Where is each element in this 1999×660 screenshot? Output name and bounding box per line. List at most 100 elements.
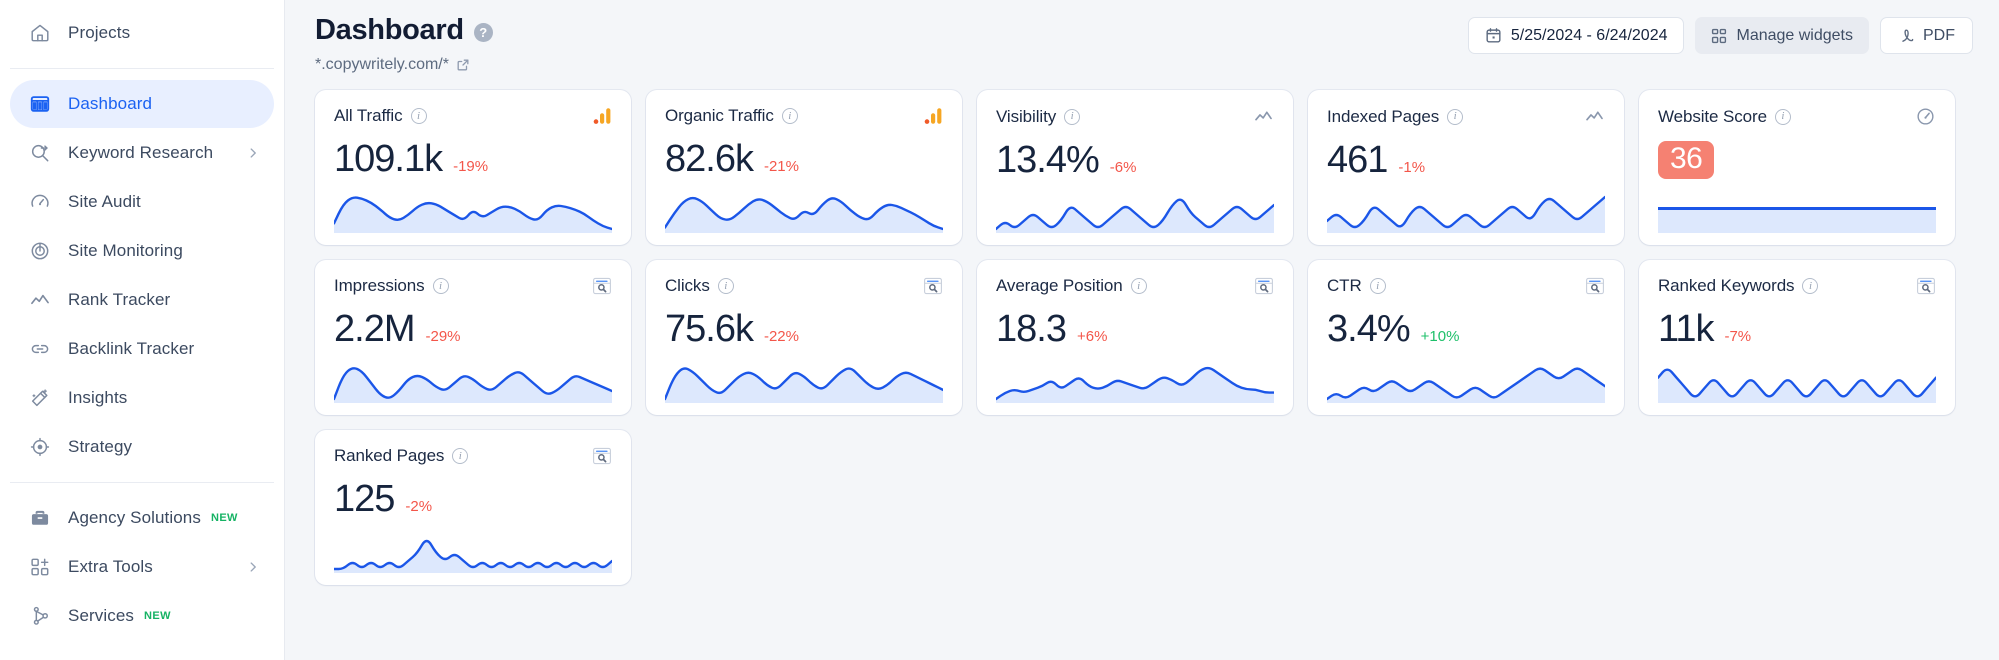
home-icon xyxy=(28,21,52,45)
widget-title: Visibility xyxy=(996,106,1057,126)
info-icon[interactable]: i xyxy=(1064,108,1081,125)
widget-title: Clicks xyxy=(665,276,710,295)
info-icon[interactable]: i xyxy=(781,108,798,124)
dashboard-icon xyxy=(28,92,52,116)
widget-value-row: 18.3 +6% xyxy=(996,310,1274,348)
sidebar-item-site-audit[interactable]: Site Audit xyxy=(10,178,274,226)
sidebar-group-main: Dashboard Keyword Research Site Audit Site … xyxy=(0,73,284,478)
widget-value: 109.1k xyxy=(334,138,443,180)
question-mark-icon[interactable]: ? xyxy=(473,23,493,42)
manage-widgets-button[interactable]: Manage widgets xyxy=(1695,17,1869,54)
sidebar-item-label: Site Monitoring xyxy=(68,241,183,260)
info-icon[interactable]: i xyxy=(432,278,449,294)
widget-header: Organic Traffic i xyxy=(665,106,943,126)
search-console-icon xyxy=(1916,276,1936,296)
sidebar-item-rank-tracker[interactable]: Rank Tracker xyxy=(10,276,274,324)
sidebar-group-bottom: Agency Solutions NEW Extra Tools Services NE… xyxy=(0,487,284,647)
chevron-right-icon[interactable] xyxy=(246,560,260,574)
info-icon[interactable]: i xyxy=(1130,278,1147,294)
widget-value: 75.6k xyxy=(665,308,754,350)
app-root: Projects Dashboard Keyword Research Site A… xyxy=(0,0,1999,660)
widget-card-impressions[interactable]: Impressions i 2.2M -29% xyxy=(315,260,631,415)
widget-header: Website Score i xyxy=(1658,106,1936,127)
sidebar-item-services[interactable]: Services NEW xyxy=(10,592,274,640)
widget-card-ranked-keywords[interactable]: Ranked Keywords i 11k -7% xyxy=(1639,260,1955,415)
search-console-icon xyxy=(1254,276,1274,296)
widget-title: Organic Traffic xyxy=(665,106,774,125)
top-actions: 5/25/2024 - 6/24/2024 Manage widgets PDF xyxy=(1467,14,1973,54)
external-link-icon[interactable] xyxy=(456,58,470,72)
widget-card-website-score[interactable]: Website Score i 36 xyxy=(1639,90,1955,245)
widget-value: 2.2M xyxy=(334,308,415,350)
sidebar-item-keyword-research[interactable]: Keyword Research xyxy=(10,129,274,177)
sidebar-item-label: Agency Solutions xyxy=(68,508,201,527)
sparkline-chart xyxy=(1658,363,1936,403)
widget-title: Average Position xyxy=(996,276,1123,295)
widget-card-indexed-pages[interactable]: Indexed Pages i 461 -1% xyxy=(1308,90,1624,245)
widget-value: 82.6k xyxy=(665,138,754,180)
pdf-label: PDF xyxy=(1923,26,1955,44)
info-icon[interactable]: i xyxy=(717,278,734,294)
widget-value-row: 109.1k -19% xyxy=(334,140,612,178)
widget-header: CTR i xyxy=(1327,276,1605,296)
manage-widgets-label: Manage widgets xyxy=(1736,26,1853,44)
keyword-research-icon xyxy=(28,141,52,165)
sidebar-item-label: Services xyxy=(68,606,134,625)
sidebar-item-projects[interactable]: Projects xyxy=(10,9,274,57)
info-icon[interactable]: i xyxy=(1369,278,1386,294)
sidebar-item-label: Projects xyxy=(68,23,131,42)
info-icon[interactable]: i xyxy=(1774,108,1791,125)
chevron-right-icon[interactable] xyxy=(246,146,260,160)
widget-title: Indexed Pages xyxy=(1327,106,1440,126)
sparkline-chart xyxy=(334,533,612,573)
widget-delta: -19% xyxy=(453,158,489,175)
sparkline-chart xyxy=(334,193,612,233)
calendar-icon xyxy=(1485,27,1502,44)
sidebar-item-insights[interactable]: Insights xyxy=(10,374,274,422)
sidebar-item-agency-solutions[interactable]: Agency Solutions NEW xyxy=(10,494,274,542)
widget-title: Ranked Keywords xyxy=(1658,276,1795,295)
widget-header: Indexed Pages i xyxy=(1327,106,1605,127)
widget-value-row: 36 xyxy=(1658,141,1936,179)
widget-title: Impressions xyxy=(334,276,425,295)
widget-value-row: 3.4% +10% xyxy=(1327,310,1605,348)
widget-card-clicks[interactable]: Clicks i 75.6k -22% xyxy=(646,260,962,415)
widget-delta: -6% xyxy=(1109,159,1137,176)
sidebar-item-strategy[interactable]: Strategy xyxy=(10,423,274,471)
rank-tracker-icon xyxy=(28,288,52,312)
widget-value: 11k xyxy=(1658,308,1714,350)
widget-card-average-position[interactable]: Average Position i 18.3 +6% xyxy=(977,260,1293,415)
widget-title: Website Score xyxy=(1658,106,1767,126)
title-block: Dashboard ? *.copywritely.com/* xyxy=(315,14,493,74)
search-console-icon xyxy=(592,446,612,466)
date-range-picker[interactable]: 5/25/2024 - 6/24/2024 xyxy=(1467,17,1685,54)
widget-card-visibility[interactable]: Visibility i 13.4% -6% xyxy=(977,90,1293,245)
sparkline-chart xyxy=(996,193,1274,233)
widget-header: Impressions i xyxy=(334,276,612,296)
google-analytics-icon xyxy=(592,106,612,126)
search-console-icon xyxy=(923,276,943,296)
grid-icon xyxy=(1711,28,1727,44)
sidebar-item-dashboard[interactable]: Dashboard xyxy=(10,80,274,128)
widget-card-ctr[interactable]: CTR i 3.4% +10% xyxy=(1308,260,1624,415)
date-range-value: 5/25/2024 - 6/24/2024 xyxy=(1510,26,1668,44)
widget-card-ranked-pages[interactable]: Ranked Pages i 125 -2% xyxy=(315,430,631,585)
sidebar-item-extra-tools[interactable]: Extra Tools xyxy=(10,543,274,591)
widget-header: Average Position i xyxy=(996,276,1274,296)
pdf-export-button[interactable]: PDF xyxy=(1880,17,1973,54)
sidebar-item-site-monitoring[interactable]: Site Monitoring xyxy=(10,227,274,275)
info-icon[interactable]: i xyxy=(410,108,427,124)
sidebar: Projects Dashboard Keyword Research Site A… xyxy=(0,0,285,660)
info-icon[interactable]: i xyxy=(452,448,469,464)
widget-card-all-traffic[interactable]: All Traffic i 109.1k -19% xyxy=(315,90,631,245)
services-icon xyxy=(28,604,52,628)
info-icon[interactable]: i xyxy=(1447,108,1464,125)
topbar: Dashboard ? *.copywritely.com/* 5/25/202… xyxy=(285,0,1999,74)
widget-delta: -22% xyxy=(763,328,799,345)
widget-delta: +6% xyxy=(1076,328,1108,345)
info-icon[interactable]: i xyxy=(1802,278,1819,294)
widget-delta: -21% xyxy=(763,158,799,175)
widget-card-organic-traffic[interactable]: Organic Traffic i 82.6k -21% xyxy=(646,90,962,245)
sidebar-item-backlink-tracker[interactable]: Backlink Tracker xyxy=(10,325,274,373)
